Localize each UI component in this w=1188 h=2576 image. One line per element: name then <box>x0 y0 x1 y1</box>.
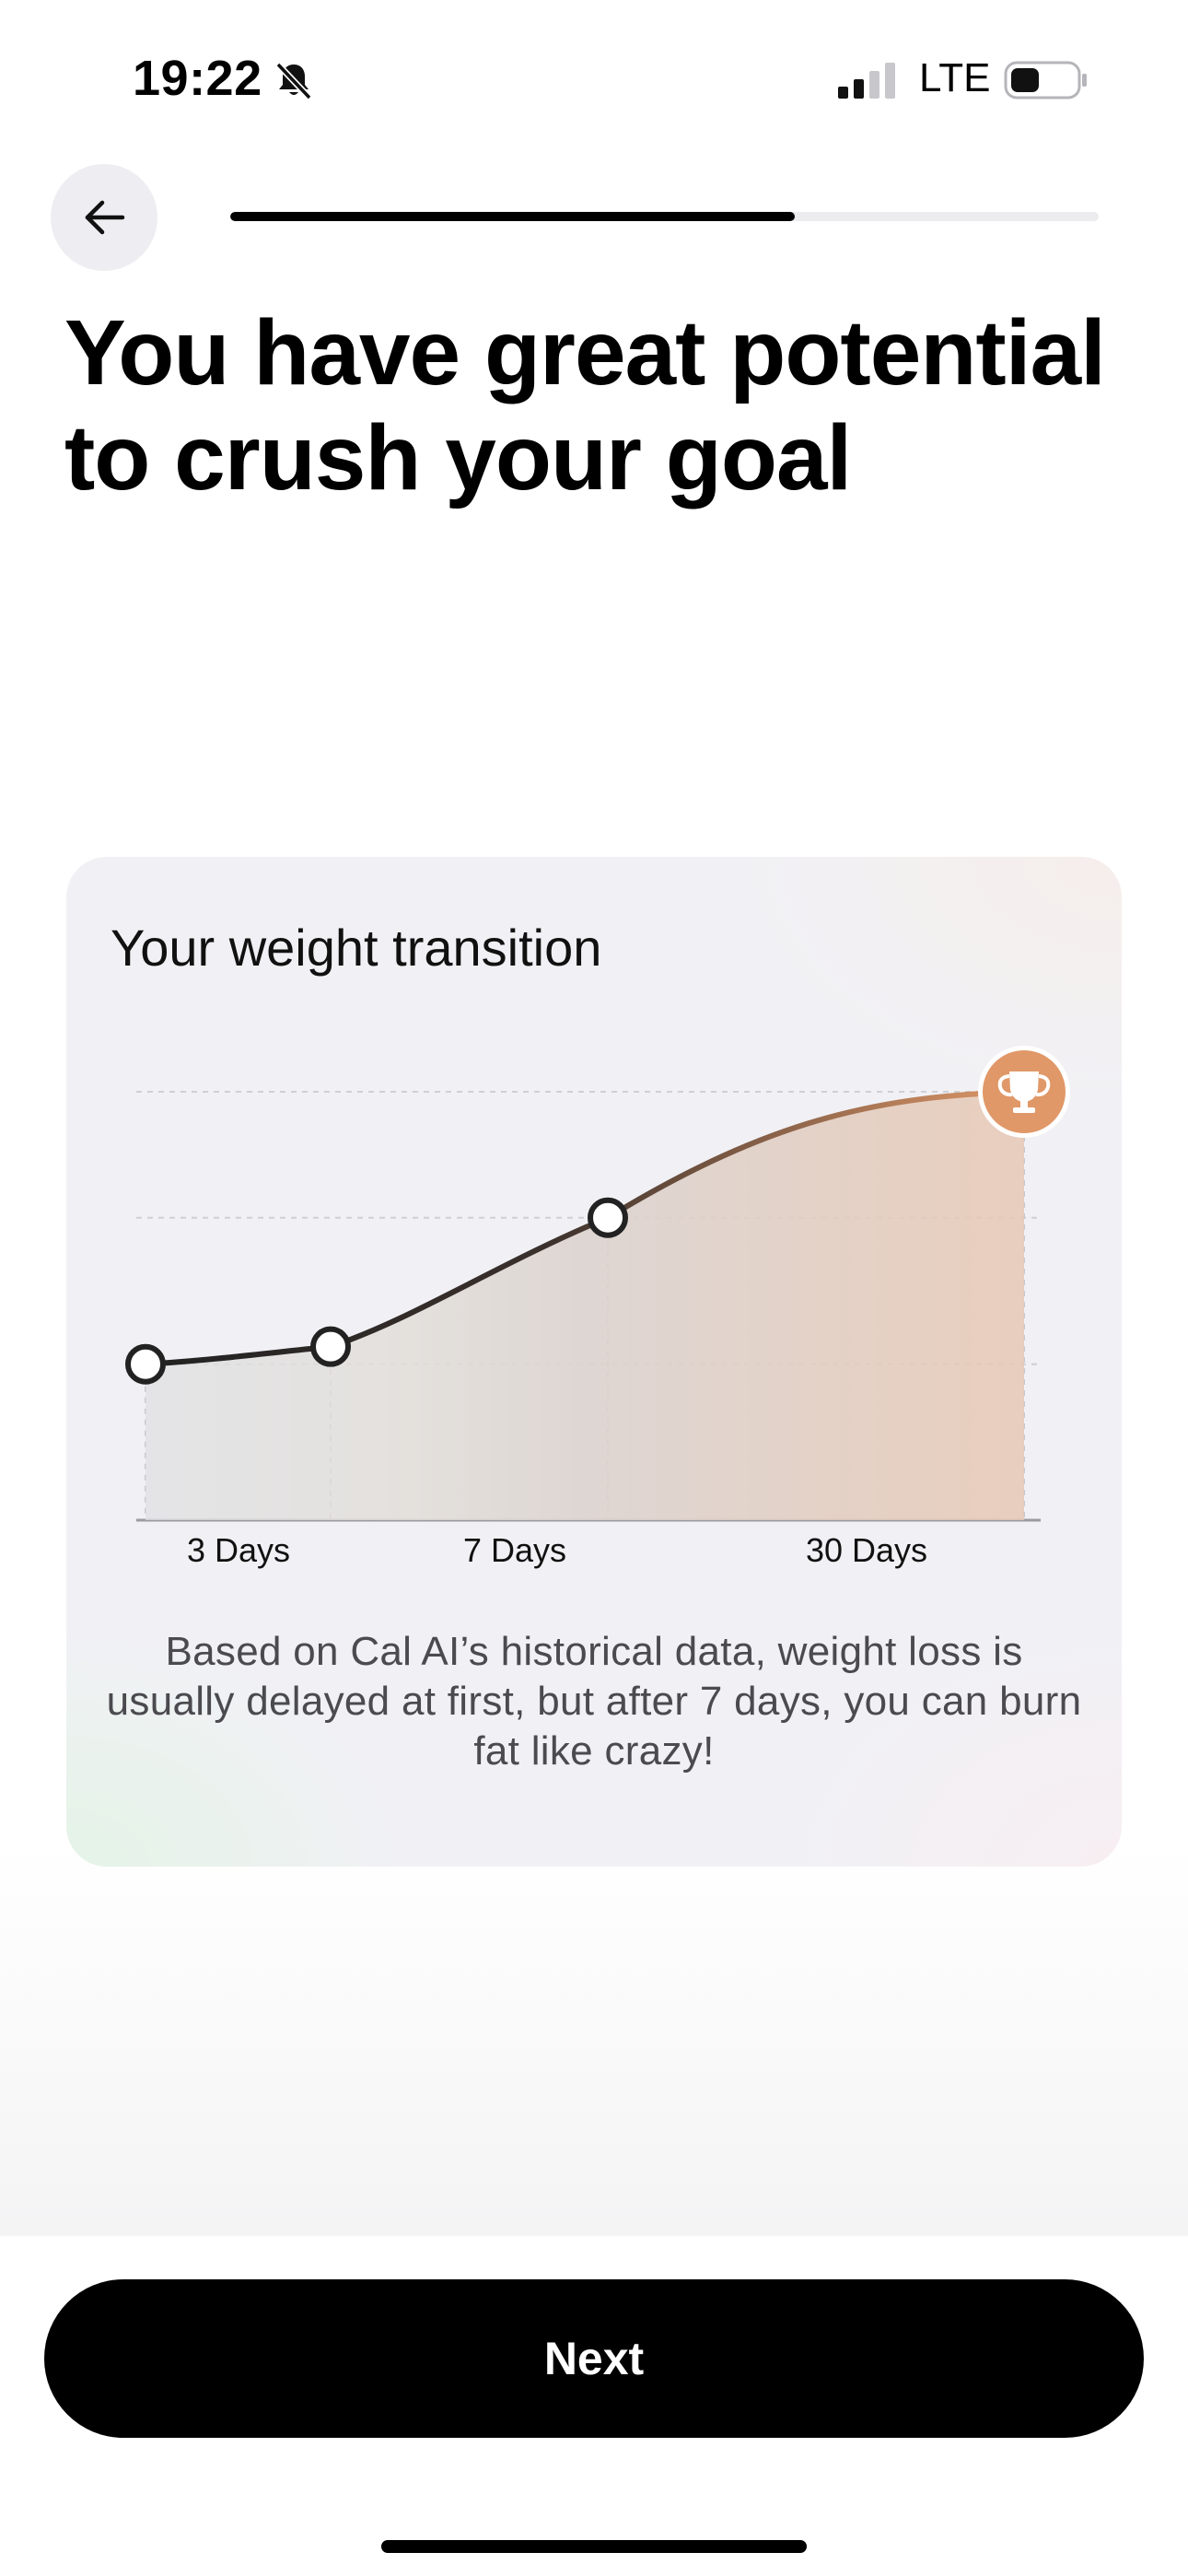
chart-caption: Based on Cal AI’s historical data, weigh… <box>106 1629 1082 1774</box>
weight-transition-chart: 3 Days 7 Days 30 Days <box>125 1046 1070 1569</box>
status-time: 19:22 <box>133 51 262 106</box>
arrow-left-icon <box>85 200 125 235</box>
next-button[interactable]: Next <box>44 2279 1144 2438</box>
onboarding-progress-bar <box>230 212 1099 221</box>
cellular-signal-icon <box>838 63 895 99</box>
onboarding-screen: 19:22 LTE You have great potential to cr… <box>0 0 1188 2576</box>
trophy-icon <box>978 1046 1070 1138</box>
trophy-base <box>1013 1107 1035 1113</box>
weight-transition-card: Your weight transition 3 Days 7 Days 30 … <box>66 857 1122 1867</box>
bell-slash-icon <box>275 62 312 100</box>
data-point <box>125 1343 166 1385</box>
x-tick-label: 30 Days <box>806 1531 927 1569</box>
chart-area <box>146 1092 1024 1520</box>
home-indicator <box>381 2540 807 2553</box>
network-type: LTE <box>919 55 991 100</box>
back-button[interactable] <box>51 164 157 271</box>
status-bar: 19:22 LTE <box>0 0 1188 157</box>
battery-low-icon <box>1004 61 1087 100</box>
x-tick-label: 3 Days <box>187 1531 290 1569</box>
page-title: You have great potential to crush your g… <box>64 301 1106 509</box>
data-point <box>588 1197 628 1238</box>
data-point <box>310 1326 351 1367</box>
trophy-stem <box>1020 1101 1028 1108</box>
x-tick-label: 7 Days <box>463 1531 566 1569</box>
progress-fill <box>230 212 795 221</box>
